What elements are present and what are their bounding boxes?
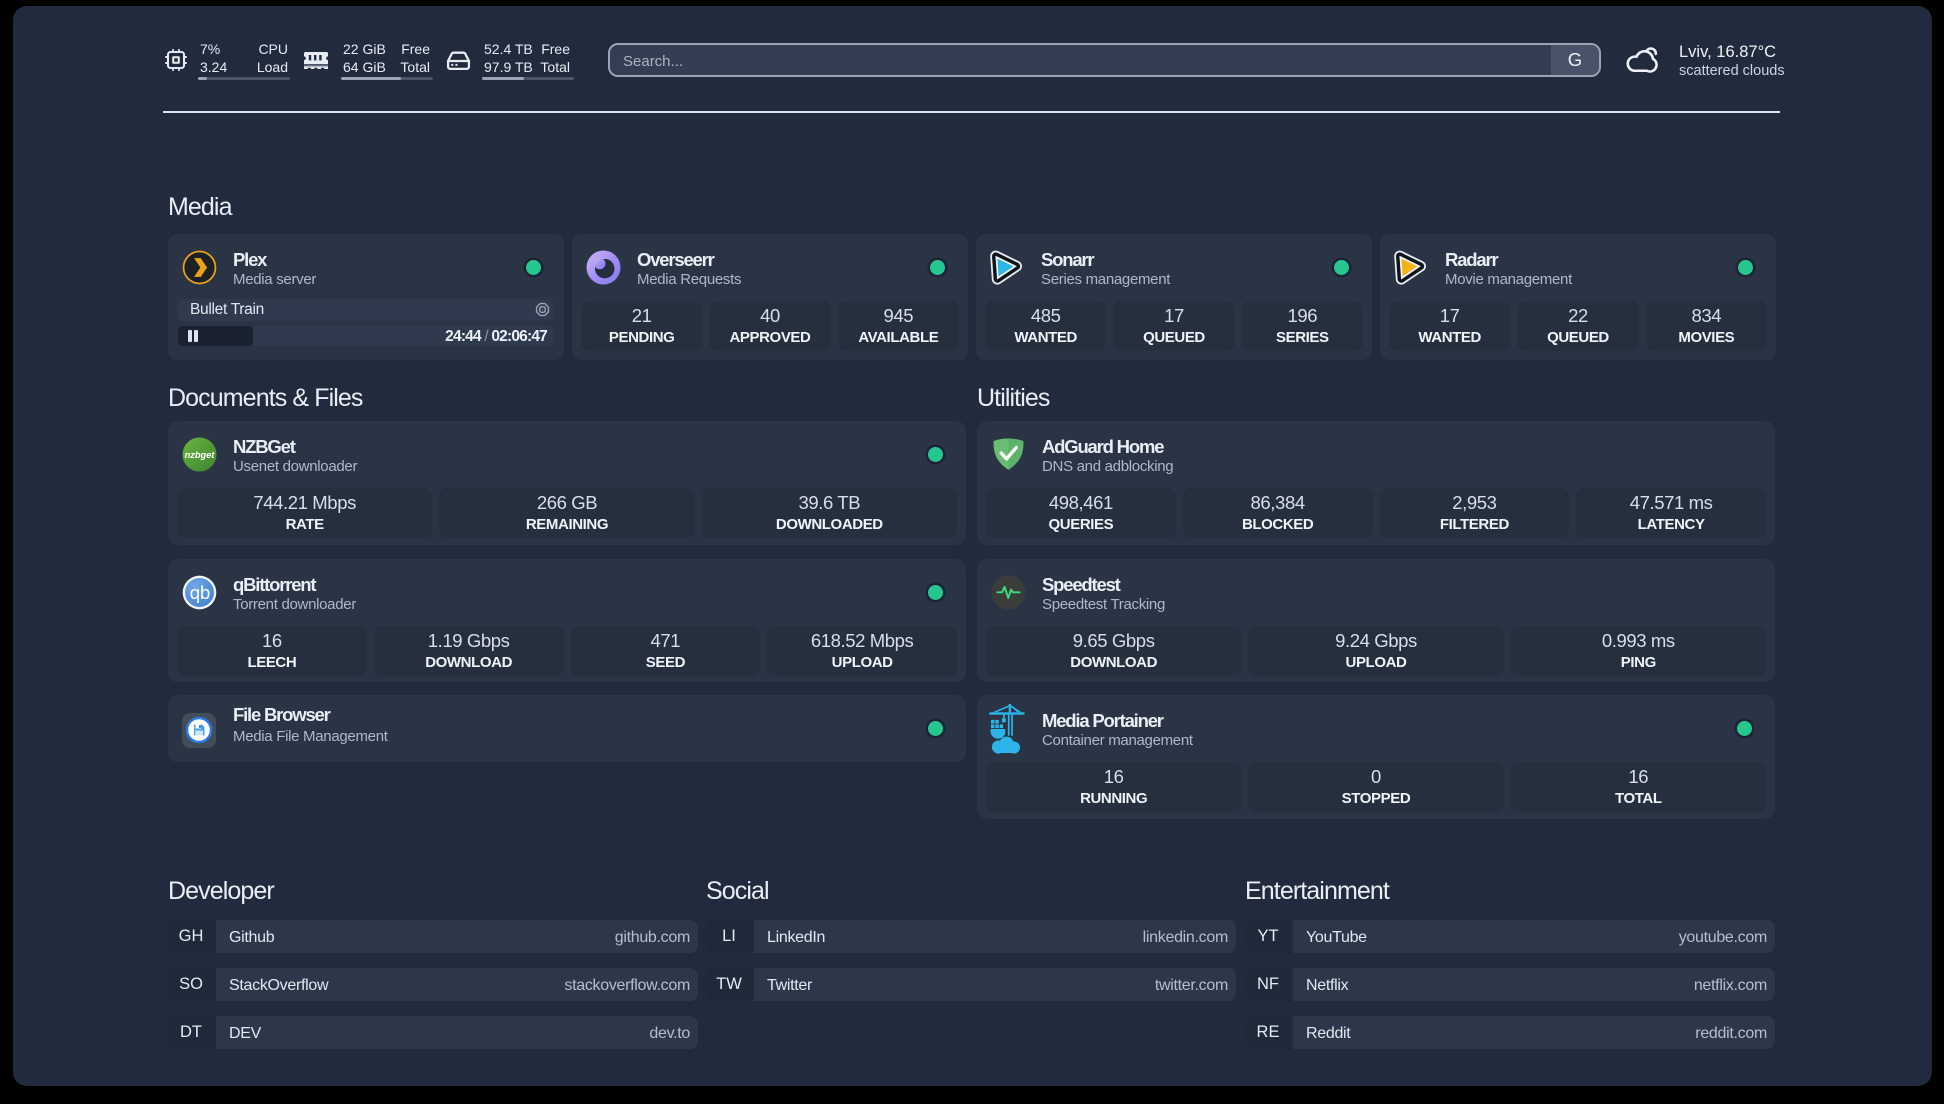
svg-text:nzbget: nzbget	[185, 450, 216, 460]
svg-text:qb: qb	[190, 582, 211, 603]
